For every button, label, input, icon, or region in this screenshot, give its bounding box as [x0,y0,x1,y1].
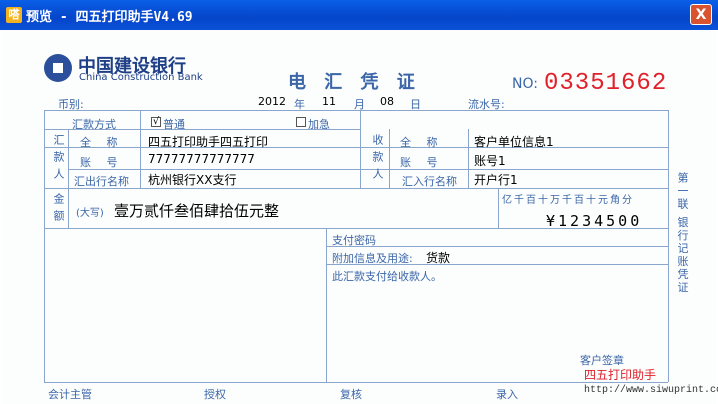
table-border-right [668,110,669,382]
additional-info-value: 货款 [426,251,451,265]
row-line [44,188,668,189]
remitter-account-label: 账 号 [80,156,124,169]
bank-name-en: China Construction Bank [79,72,203,83]
table-border-left [44,110,45,382]
footer-entry: 录入 [496,388,518,401]
watermark-text: 四五打印助手 [584,368,657,382]
bank-logo-icon [44,54,72,82]
title-bar: 嗒 预览 - 四五打印助手V4.69 X [0,0,718,30]
table-border-bottom [44,382,668,383]
remitter-bank: 杭州银行XX支行 [148,173,237,187]
watermark-url: http://www.siwuprint.com [584,385,718,396]
app-icon: 嗒 [6,7,22,23]
amount-in-digits: ¥1234500 [546,212,643,230]
payee-account: 账号1 [474,154,506,168]
footer-accounting-supervisor: 会计主管 [48,388,92,401]
column-line [68,129,69,188]
remitter-name-label: 全 称 [80,136,124,149]
row-line [68,169,668,170]
column-line [389,129,390,188]
window-title: 预览 - 四五打印助手V4.69 [26,10,193,25]
column-line [140,110,141,188]
payee-side-label: 收款人 [371,134,384,185]
footer-review: 复核 [340,388,362,401]
serial-label: NO: [512,76,538,92]
urgent-option-label: 加急 [308,118,330,131]
amount-side-label: 金额 [52,193,65,227]
close-button[interactable]: X [690,4,712,25]
remitter-name: 四五打印助手四五打印 [148,135,269,149]
urgent-checkbox[interactable] [296,117,306,127]
remitter-account: 77777777777777 [148,152,255,166]
payee-account-label: 账 号 [400,156,444,169]
column-line [360,110,361,188]
payee-bank: 开户行1 [474,173,518,187]
copy-side-note: 第一联 银行记账凭证 [676,172,689,295]
payee-name: 客户单位信息1 [474,135,554,149]
remitter-bank-label: 汇出行名称 [74,175,129,188]
normal-option-label: 普通 [163,118,185,131]
payment-password-label: 支付密码 [332,234,376,247]
column-line [468,129,469,188]
date-day: 08 [380,95,394,108]
row-line [44,147,668,148]
payee-name-label: 全 称 [400,136,444,149]
serial-number: 03351662 [544,70,668,97]
document-title: 电 汇 凭 证 [288,72,421,93]
remittance-voucher: 中国建设银行 China Construction Bank 电 汇 凭 证 N… [2,30,718,404]
date-year: 2012 [258,95,286,108]
remitter-side-label: 汇款人 [52,134,65,185]
column-line [326,228,327,382]
date-month: 11 [322,95,336,108]
payee-bank-label: 汇入行名称 [402,175,457,188]
footer-authorization: 授权 [204,388,226,401]
normal-checkbox[interactable]: √ [151,117,161,127]
amount-in-words: 壹万贰仟叁佰肆拾伍元整 [114,202,280,220]
payee-note: 此汇款支付给收款人。 [332,270,442,283]
amount-caps-label: (大写) [76,208,104,219]
column-line [498,188,499,228]
column-line [68,188,69,228]
additional-info-label: 附加信息及用途: [332,252,413,265]
row-line [326,246,668,247]
remit-method-label: 汇款方式 [72,118,116,131]
table-border-top [44,110,668,111]
amount-unit-headers: 亿千百十万千百十元角分 [502,195,634,206]
